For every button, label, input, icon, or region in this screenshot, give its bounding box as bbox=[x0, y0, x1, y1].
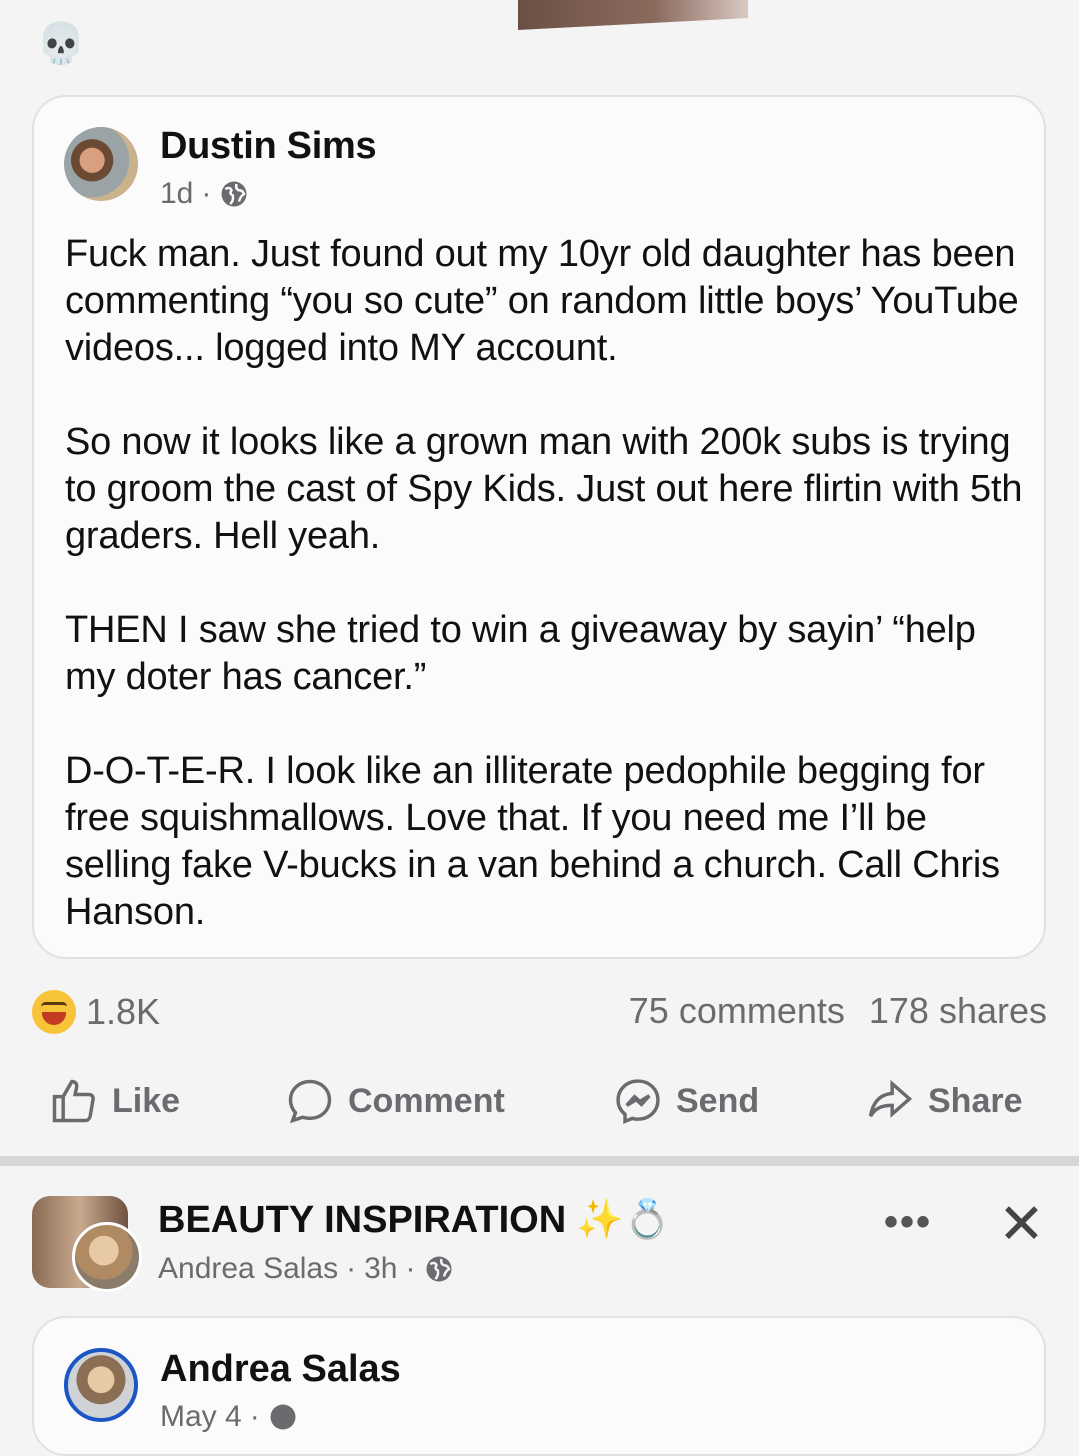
avatar[interactable] bbox=[64, 1348, 138, 1422]
skull-icon: 💀 bbox=[36, 22, 86, 66]
globe-icon bbox=[221, 181, 247, 207]
share-arrow-icon bbox=[868, 1079, 913, 1118]
post-time[interactable]: 1d bbox=[160, 177, 193, 211]
engagement-counts: 75 comments 178 shares bbox=[629, 990, 1047, 1032]
post-time[interactable]: May 4 bbox=[160, 1400, 242, 1434]
send-label: Send bbox=[676, 1081, 760, 1120]
meta-separator: · bbox=[249, 1400, 260, 1433]
meta-separator: · bbox=[405, 1252, 416, 1285]
group-name[interactable]: BEAUTY INSPIRATION ✨💍 bbox=[158, 1198, 671, 1242]
thumbs-up-icon bbox=[52, 1079, 95, 1123]
reaction-count: 1.8K bbox=[86, 991, 161, 1032]
post-meta: 1d · bbox=[160, 177, 249, 211]
share-button[interactable]: Share bbox=[864, 1075, 1023, 1127]
close-icon[interactable]: ✕ bbox=[998, 1196, 1045, 1252]
like-label: Like bbox=[112, 1081, 181, 1120]
comment-count[interactable]: 75 comments bbox=[629, 990, 845, 1032]
post-meta: May 4 · bbox=[160, 1400, 298, 1434]
group-title: BEAUTY INSPIRATION bbox=[158, 1198, 567, 1241]
meta-separator: · bbox=[201, 177, 212, 210]
like-button[interactable]: Like bbox=[48, 1075, 180, 1127]
comment-button[interactable]: Comment bbox=[284, 1075, 505, 1127]
sparkles-ring-icon: ✨💍 bbox=[576, 1199, 671, 1241]
globe-icon bbox=[426, 1256, 451, 1282]
post-time[interactable]: 3h bbox=[364, 1252, 397, 1286]
reaction-summary[interactable]: 1.8K bbox=[32, 990, 160, 1034]
avatar[interactable] bbox=[64, 127, 138, 201]
previous-post-photo bbox=[518, 0, 748, 30]
post-paragraph: So now it looks like a grown man with 20… bbox=[65, 421, 1023, 557]
post-text: Fuck man. Just found out my 10yr old dau… bbox=[65, 231, 1025, 936]
comment-label: Comment bbox=[348, 1081, 505, 1120]
send-button[interactable]: Send bbox=[612, 1075, 759, 1127]
poster-avatar[interactable] bbox=[72, 1222, 142, 1292]
post-author[interactable]: Dustin Sims bbox=[160, 125, 377, 168]
messenger-icon bbox=[616, 1079, 660, 1124]
share-count[interactable]: 178 shares bbox=[869, 990, 1047, 1032]
share-label: Share bbox=[928, 1081, 1023, 1120]
meta-separator: · bbox=[346, 1252, 357, 1285]
group-post-meta: Andrea Salas · 3h · bbox=[158, 1252, 454, 1286]
post-author[interactable]: Andrea Salas bbox=[160, 1348, 401, 1391]
haha-reaction-icon bbox=[32, 990, 76, 1034]
poster-name[interactable]: Andrea Salas bbox=[158, 1252, 338, 1286]
post-action-bar: Like Comment Send Share bbox=[0, 1075, 1079, 1135]
post-paragraph: Fuck man. Just found out my 10yr old dau… bbox=[65, 233, 1019, 369]
shared-post-card[interactable]: Andrea Salas May 4 · bbox=[32, 1316, 1046, 1456]
more-options-icon[interactable]: ••• bbox=[884, 1200, 932, 1245]
post-divider bbox=[0, 1156, 1079, 1166]
shared-post-card[interactable]: Dustin Sims 1d · Fuck man. Just found ou… bbox=[32, 95, 1046, 959]
post-paragraph: THEN I saw she tried to win a giveaway b… bbox=[65, 609, 976, 698]
comment-icon bbox=[288, 1079, 332, 1124]
post-paragraph: D-O-T-E-R. I look like an illiterate ped… bbox=[65, 750, 1000, 933]
globe-icon bbox=[270, 1404, 296, 1430]
